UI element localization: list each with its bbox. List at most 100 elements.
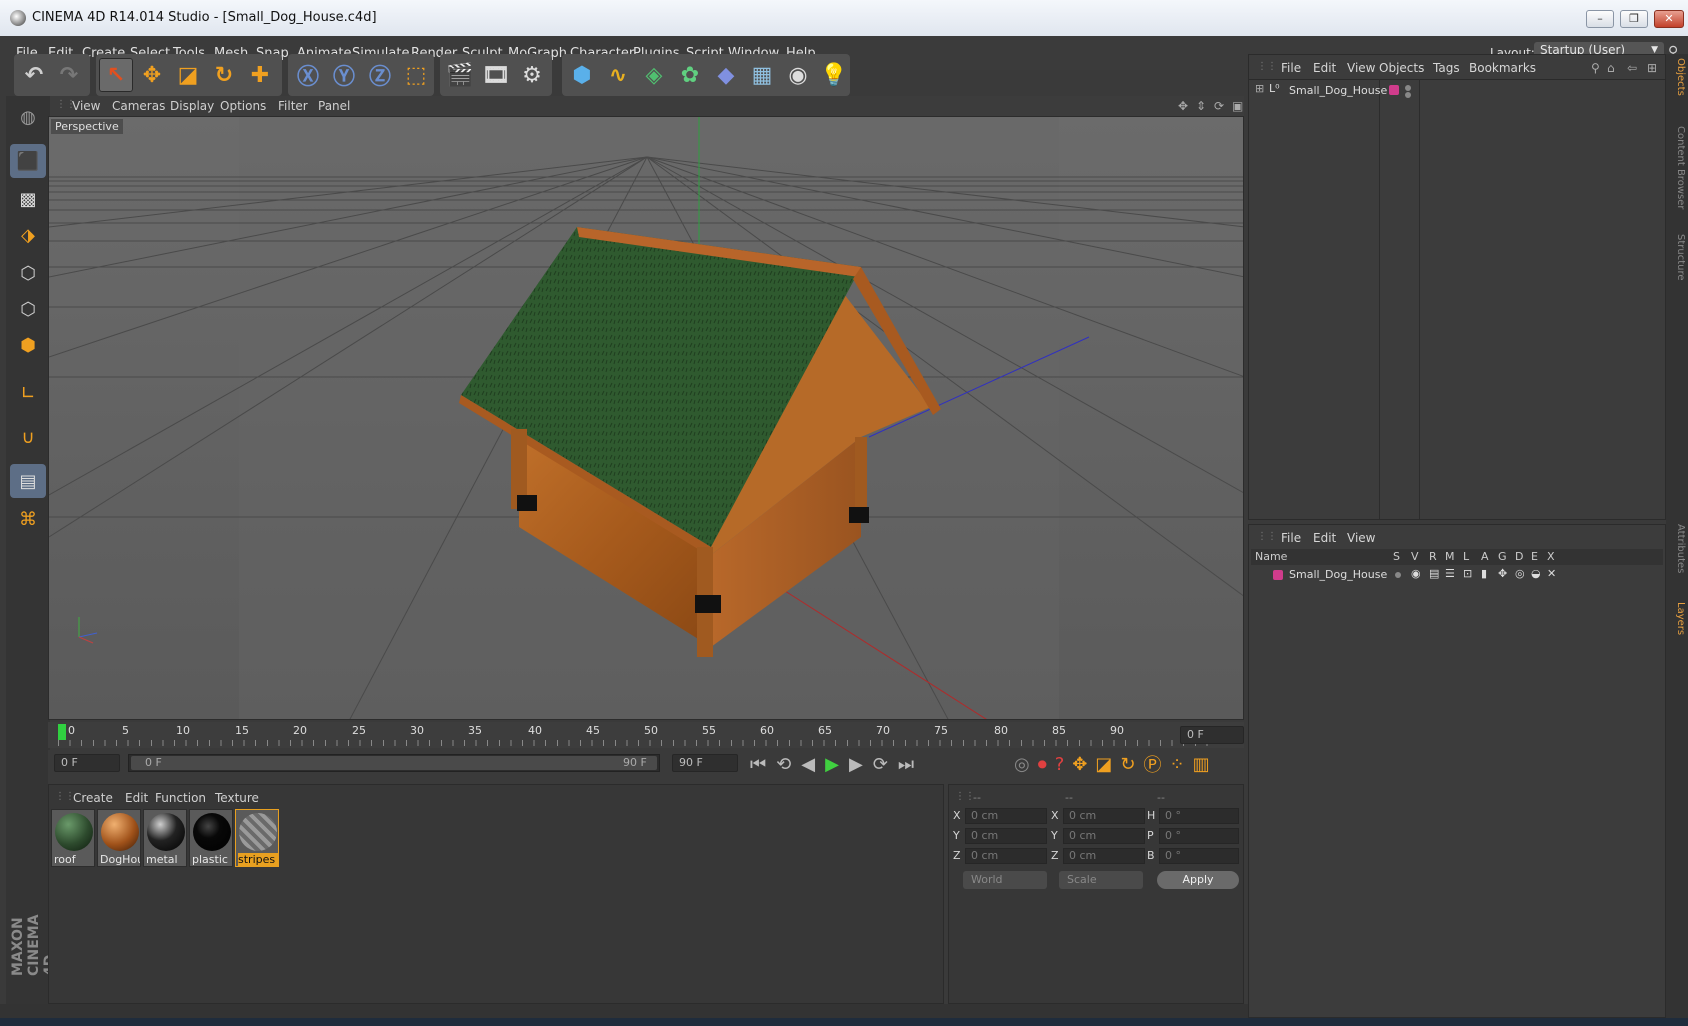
render-picture-viewer-icon[interactable]: 🎞 (479, 58, 513, 92)
new-panel-icon[interactable]: ⊞ (1647, 61, 1657, 75)
solo-toggle[interactable] (1395, 572, 1401, 578)
previous-key-icon[interactable]: ⟲ (776, 754, 791, 775)
y-axis-lock-icon[interactable]: Ⓨ (327, 58, 361, 92)
key-position-icon[interactable]: ✥ (1072, 754, 1087, 775)
material-plastic[interactable]: plastic (189, 809, 233, 867)
tab-layers[interactable]: Layers (1668, 602, 1686, 652)
points-mode-icon[interactable]: ⬡ (10, 256, 46, 290)
edges-mode-icon[interactable]: ⬡ (10, 292, 46, 326)
viewport-move-icon[interactable]: ✥ (1178, 99, 1188, 113)
size-x-field[interactable]: 0 cm (1063, 808, 1145, 824)
floor-icon[interactable]: ▦ (745, 58, 779, 92)
pos-z-field[interactable]: 0 cm (965, 848, 1047, 864)
viewport-menu-view[interactable]: View (72, 99, 100, 113)
rot-h-field[interactable]: 0 ° (1159, 808, 1239, 824)
spline-icon[interactable]: ∿ (601, 58, 635, 92)
axis-mode-icon[interactable]: ∟ (10, 376, 46, 410)
size-mode-dropdown[interactable]: Scale (1059, 871, 1143, 889)
deformer-icon[interactable]: ◆ (709, 58, 743, 92)
manager-icon[interactable]: ☰ (1445, 567, 1455, 580)
search-icon[interactable]: ⚲ (1591, 61, 1600, 75)
3d-viewport[interactable]: Perspective (48, 116, 1244, 720)
material-stripes[interactable]: stripes (235, 809, 279, 867)
tab-structure[interactable]: Structure (1668, 234, 1686, 294)
material-doghouse[interactable]: DogHou (97, 809, 141, 867)
layer-color-swatch[interactable] (1273, 570, 1283, 580)
scale-icon[interactable]: ◪ (171, 58, 205, 92)
cube-icon[interactable]: ⬢ (565, 58, 599, 92)
lock-icon[interactable]: ⊡ (1463, 567, 1472, 580)
layer-color-tag[interactable] (1389, 85, 1399, 95)
objects-menu-tags[interactable]: Tags (1433, 61, 1460, 75)
viewport-zoom-icon[interactable]: ⇕ (1196, 99, 1206, 113)
objects-menu-objects[interactable]: Objects (1379, 61, 1424, 75)
objects-menu-file[interactable]: File (1281, 61, 1301, 75)
x-axis-lock-icon[interactable]: Ⓧ (291, 58, 325, 92)
record-icon[interactable]: ⏺ (1038, 754, 1047, 775)
minimize-button[interactable]: – (1586, 10, 1614, 28)
pos-y-field[interactable]: 0 cm (965, 828, 1047, 844)
render-settings-icon[interactable]: ⚙ (515, 58, 549, 92)
home-icon[interactable]: ⌂ (1607, 61, 1615, 75)
key-param-icon[interactable]: Ⓟ (1143, 751, 1161, 777)
viewport-menu-display[interactable]: Display (170, 99, 214, 113)
close-button[interactable]: ✕ (1654, 10, 1684, 28)
viewport-maximize-icon[interactable]: ▣ (1232, 99, 1243, 113)
timeline-window-icon[interactable]: ▥ (1193, 754, 1210, 775)
make-editable-icon[interactable]: ◍ (10, 100, 46, 134)
back-icon[interactable]: ⇦ (1627, 61, 1637, 75)
current-frame-field[interactable]: 0 F (1180, 726, 1244, 744)
material-roof[interactable]: roof (51, 809, 95, 867)
array-icon[interactable]: ✿ (673, 58, 707, 92)
size-z-field[interactable]: 0 cm (1063, 848, 1145, 864)
tab-objects[interactable]: Objects (1668, 58, 1686, 118)
undo-icon[interactable]: ↶ (17, 58, 51, 92)
layers-menu-view[interactable]: View (1347, 531, 1375, 545)
viewport-menu-cameras[interactable]: Cameras (112, 99, 165, 113)
objects-menu-bookmarks[interactable]: Bookmarks (1469, 61, 1536, 75)
rot-b-field[interactable]: 0 ° (1159, 848, 1239, 864)
live-selection-icon[interactable]: ↖ (99, 58, 133, 92)
play-icon[interactable]: ▶ (825, 754, 839, 775)
xref-icon[interactable]: ✕ (1547, 567, 1556, 580)
motion-record-icon[interactable]: ◎ (1014, 754, 1030, 775)
viewport-menu-options[interactable]: Options (220, 99, 266, 113)
layers-menu-file[interactable]: File (1281, 531, 1301, 545)
rotate-icon[interactable]: ↻ (207, 58, 241, 92)
autokey-icon[interactable]: ? (1055, 754, 1065, 775)
size-y-field[interactable]: 0 cm (1063, 828, 1145, 844)
material-menu-function[interactable]: Function (155, 791, 206, 805)
material-metal[interactable]: metal (143, 809, 187, 867)
model-mode-icon[interactable]: ⬛ (10, 144, 46, 178)
material-menu-create[interactable]: Create (73, 791, 113, 805)
workplane-icon[interactable]: ⬗ (10, 218, 46, 252)
tab-attributes[interactable]: Attributes (1668, 524, 1686, 594)
expand-icon[interactable]: ⊞ (1255, 82, 1264, 95)
generators-icon[interactable]: ✥ (1498, 567, 1507, 580)
polygons-mode-icon[interactable]: ⬢ (10, 328, 46, 362)
pos-x-field[interactable]: 0 cm (965, 808, 1047, 824)
workplane-lock-icon[interactable]: ▤ (10, 464, 46, 498)
render-visibility-dot[interactable] (1405, 92, 1411, 98)
goto-end-icon[interactable]: ⏭ (898, 754, 914, 775)
expressions-icon[interactable]: ◒ (1531, 567, 1541, 580)
snap-icon[interactable]: ⌘ (10, 502, 46, 536)
playhead[interactable] (58, 724, 66, 740)
layer-row[interactable]: Small_Dog_House ◉ ▤ ☰ ⊡ ▮ ✥ ◎ ◒ ✕ (1251, 567, 1663, 583)
light-icon[interactable]: 💡 (817, 58, 851, 92)
step-forward-icon[interactable]: ▶ (849, 754, 863, 775)
coordinate-space-dropdown[interactable]: World (963, 871, 1047, 889)
camera-icon[interactable]: ◉ (781, 58, 815, 92)
objects-menu-edit[interactable]: Edit (1313, 61, 1336, 75)
start-frame-field[interactable]: 0 F (54, 754, 120, 772)
layers-menu-edit[interactable]: Edit (1313, 531, 1336, 545)
object-row[interactable]: ⊞ L⁰ Small_Dog_House (1251, 81, 1661, 99)
range-slider[interactable]: 0 F 90 F (128, 754, 660, 772)
material-menu-texture[interactable]: Texture (215, 791, 259, 805)
move-icon[interactable]: ✥ (135, 58, 169, 92)
z-axis-lock-icon[interactable]: Ⓩ (363, 58, 397, 92)
step-back-icon[interactable]: ◀ (801, 754, 815, 775)
end-frame-field[interactable]: 90 F (672, 754, 738, 772)
rot-p-field[interactable]: 0 ° (1159, 828, 1239, 844)
render-icon[interactable]: ▤ (1429, 567, 1439, 580)
